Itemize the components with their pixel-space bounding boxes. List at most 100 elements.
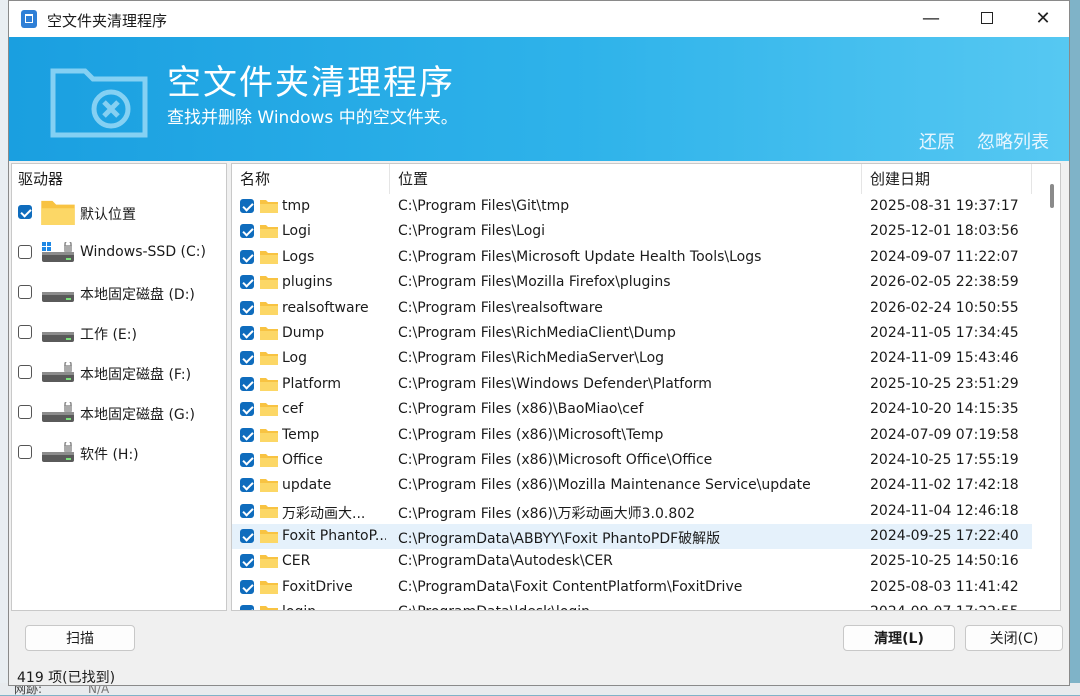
- drive-checkbox[interactable]: [18, 285, 32, 299]
- table-row[interactable]: login C:\ProgramData\ldesk\login 2024-09-0…: [232, 600, 1032, 610]
- row-checkbox[interactable]: [240, 351, 254, 366]
- folder-icon: [260, 453, 278, 467]
- header-banner: 空文件夹清理程序 查找并删除 Windows 中的空文件夹。 还原 忽略列表: [9, 37, 1069, 161]
- row-checkbox[interactable]: [240, 249, 254, 264]
- drive-checkbox[interactable]: [18, 205, 32, 219]
- folder-location: C:\Program Files\Git\tmp: [398, 198, 570, 214]
- drive-checkbox[interactable]: [18, 325, 32, 339]
- table-row[interactable]: FoxitDrive C:\ProgramData\Foxit ContentPl…: [232, 575, 1032, 600]
- row-checkbox[interactable]: [240, 300, 254, 315]
- table-row[interactable]: cef C:\Program Files (x86)\BaoMiao\cef 202…: [232, 397, 1032, 422]
- folder-icon: [260, 478, 278, 493]
- table-row[interactable]: CER C:\ProgramData\Autodesk\CER 2025-10-25…: [232, 549, 1032, 574]
- folder-icon: [260, 326, 278, 340]
- drive-item[interactable]: 默认位置: [18, 196, 218, 230]
- close-button[interactable]: 关闭(C): [965, 625, 1063, 651]
- table-row[interactable]: Temp C:\Program Files (x86)\Microsoft\Tem…: [232, 423, 1032, 448]
- table-row[interactable]: plugins C:\Program Files\Mozilla Firefox\…: [232, 270, 1032, 295]
- drive-item[interactable]: 软件 (H:): [18, 436, 218, 470]
- row-checkbox[interactable]: [240, 529, 254, 544]
- folder-location: C:\Program Files\Logi: [398, 223, 546, 240]
- folder-date: 2025-08-31 19:37:17: [870, 198, 1019, 214]
- table-row[interactable]: Logs C:\Program Files\Microsoft Update He…: [232, 245, 1032, 270]
- column-header-date[interactable]: 创建日期: [862, 164, 1032, 194]
- empty-folder-list[interactable]: 名称 位置 创建日期 tmp C:\Program Files\Git\tmp 20…: [231, 163, 1061, 611]
- drive-checkbox[interactable]: [18, 245, 32, 259]
- folder-date: 2024-09-07 11:22:07: [870, 248, 1019, 265]
- row-checkbox[interactable]: [240, 605, 254, 610]
- column-header-location[interactable]: 位置: [390, 164, 862, 194]
- table-row[interactable]: 万彩动画大... C:\Program Files (x86)\万彩动画大师3.0…: [232, 499, 1032, 524]
- ignore-list-link[interactable]: 忽略列表: [977, 128, 1049, 154]
- drive-item[interactable]: Windows-SSD (C:): [18, 236, 218, 270]
- row-checkbox[interactable]: [240, 402, 254, 417]
- title-bar[interactable]: 空文件夹清理程序 — ✕: [9, 1, 1069, 37]
- folder-date: 2024-11-02 17:42:18: [870, 477, 1019, 494]
- drive-checkbox[interactable]: [18, 365, 32, 379]
- folder-icon: [260, 504, 278, 518]
- folder-icon: [260, 428, 278, 442]
- row-checkbox[interactable]: [240, 554, 254, 569]
- folder-location: C:\Program Files (x86)\Microsoft\Temp: [398, 426, 664, 443]
- row-checkbox[interactable]: [240, 478, 254, 493]
- locked-drive-icon: [40, 440, 76, 464]
- folder-location: C:\Program Files\Windows Defender\Platfo…: [398, 375, 712, 392]
- drive-item[interactable]: 本地固定磁盘 (D:): [18, 276, 218, 310]
- folder-location: C:\Program Files\Microsoft Update Health…: [398, 248, 762, 265]
- close-window-button[interactable]: ✕: [1017, 1, 1069, 37]
- table-row[interactable]: update C:\Program Files (x86)\Mozilla Mai…: [232, 473, 1032, 498]
- folder-name: Platform: [282, 375, 342, 392]
- minimize-button[interactable]: —: [905, 1, 957, 37]
- folder-icon: [260, 250, 278, 264]
- drive-label: 软件 (H:): [80, 447, 139, 463]
- folder-date: 2024-07-09 07:19:58: [870, 426, 1019, 443]
- drive-item[interactable]: 本地固定磁盘 (G:): [18, 396, 218, 430]
- restore-link[interactable]: 还原: [919, 128, 955, 154]
- table-row[interactable]: Log C:\Program Files\RichMediaServer\Log 2…: [232, 346, 1032, 371]
- folder-rows: tmp C:\Program Files\Git\tmp 2025-08-31 19…: [232, 194, 1032, 610]
- vertical-scrollbar[interactable]: [1050, 184, 1054, 208]
- folder-name: 万彩动画大...: [282, 505, 366, 522]
- table-row[interactable]: realsoftware C:\Program Files\realsoftwar…: [232, 296, 1032, 321]
- row-checkbox[interactable]: [240, 199, 254, 213]
- folder-icon: [260, 605, 278, 610]
- folder-name: tmp: [282, 198, 311, 214]
- drive-checkbox[interactable]: [18, 445, 32, 459]
- folder-icon: [260, 402, 278, 417]
- table-row[interactable]: Platform C:\Program Files\Windows Defende…: [232, 372, 1032, 397]
- row-checkbox[interactable]: [240, 275, 254, 290]
- folder-location: C:\ProgramData\Foxit ContentPlatform\Fox…: [398, 578, 743, 595]
- folder-name: Temp: [282, 426, 320, 443]
- row-checkbox[interactable]: [240, 224, 254, 239]
- row-checkbox[interactable]: [240, 325, 254, 340]
- folder-name: Foxit PhantoP...: [282, 528, 386, 545]
- row-checkbox[interactable]: [240, 452, 254, 467]
- row-checkbox[interactable]: [240, 427, 254, 442]
- folder-date: 2025-10-25 14:50:16: [870, 553, 1019, 570]
- maximize-button[interactable]: [961, 1, 1013, 37]
- table-row[interactable]: Foxit PhantoP... C:\ProgramData\ABBYY\Fox…: [232, 524, 1032, 550]
- table-row[interactable]: Logi C:\Program Files\Logi 2025-12-01 18:0…: [232, 219, 1032, 244]
- drive-item[interactable]: 本地固定磁盘 (F:): [18, 356, 218, 390]
- row-checkbox[interactable]: [240, 503, 254, 518]
- folder-location: C:\ProgramData\ABBYY\Foxit PhantoPDF破解版: [398, 531, 721, 548]
- folder-date: 2025-08-03 11:41:42: [870, 578, 1019, 595]
- table-row[interactable]: tmp C:\Program Files\Git\tmp 2025-08-31 19…: [232, 194, 1032, 219]
- folder-name: realsoftware: [282, 299, 369, 316]
- folder-icon: [260, 351, 278, 366]
- folder-date: 2024-11-04 12:46:18: [870, 502, 1019, 519]
- windows-drive-icon: [40, 240, 76, 264]
- table-row[interactable]: Dump C:\Program Files\RichMediaClient\Dum…: [232, 321, 1032, 346]
- drive-checkbox[interactable]: [18, 405, 32, 419]
- row-checkbox[interactable]: [240, 376, 254, 391]
- scan-button[interactable]: 扫描: [25, 625, 135, 651]
- drive-item[interactable]: 工作 (E:): [18, 316, 218, 350]
- locked-drive-icon: [40, 360, 76, 384]
- clean-button[interactable]: 清理(L): [843, 625, 955, 651]
- folder-date: 2026-02-24 10:50:55: [870, 299, 1019, 316]
- column-header-name[interactable]: 名称: [232, 164, 390, 194]
- folder-name: Logs: [282, 248, 315, 265]
- row-checkbox[interactable]: [240, 579, 254, 594]
- folder-date: 2024-10-20 14:15:35: [870, 401, 1019, 418]
- table-row[interactable]: Office C:\Program Files (x86)\Microsoft O…: [232, 448, 1032, 473]
